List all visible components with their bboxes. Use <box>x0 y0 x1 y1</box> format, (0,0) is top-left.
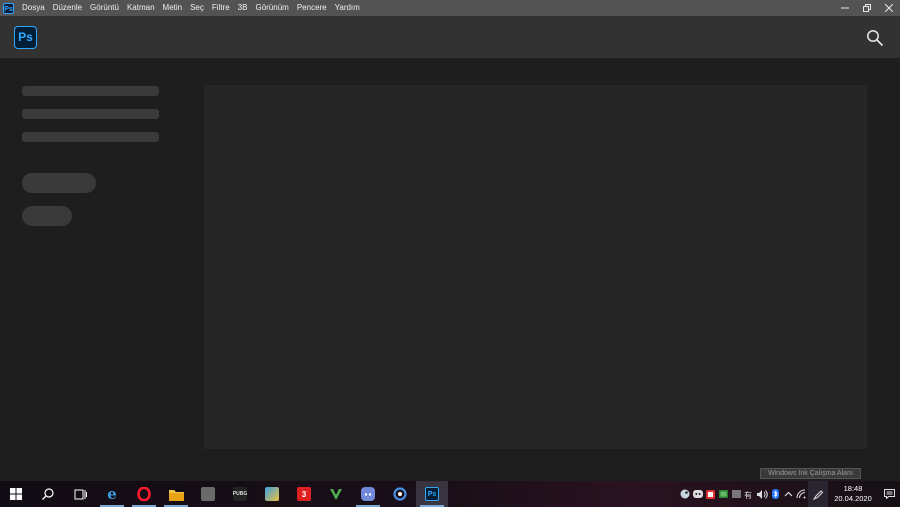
chevron-up-icon <box>784 491 793 496</box>
opera-icon <box>137 487 151 501</box>
restore-button[interactable] <box>856 0 878 16</box>
discord-tray-icon[interactable] <box>691 481 704 507</box>
menu-filtre[interactable]: Filtre <box>208 0 234 16</box>
keyboard-language-icon: 有 <box>744 490 752 499</box>
app-tray-icon-red[interactable] <box>704 481 717 507</box>
taskbar-app-discord[interactable] <box>352 481 384 507</box>
ime-tray-icon[interactable]: 有 <box>743 481 756 507</box>
pubg-icon: PUBG <box>233 487 247 501</box>
menu-metin[interactable]: Metin <box>159 0 187 16</box>
steam-tray-icon[interactable] <box>678 481 691 507</box>
windows-ink-tooltip: Windows Ink Çalışma Alanı <box>760 468 861 479</box>
menu-duzenle[interactable]: Düzenle <box>49 0 86 16</box>
photoshop-icon: Ps <box>425 487 439 501</box>
windows-icon <box>10 488 22 500</box>
app-icon <box>732 490 741 498</box>
minimize-button[interactable] <box>834 0 856 16</box>
taskbar-app-10[interactable] <box>320 481 352 507</box>
menu-yardim[interactable]: Yardım <box>331 0 364 16</box>
taskbar-search-button[interactable] <box>32 481 64 507</box>
app-icon <box>706 489 715 499</box>
taskbar-app-6[interactable] <box>192 481 224 507</box>
wifi-icon <box>796 489 806 499</box>
close-icon <box>885 4 893 12</box>
clock-time: 18:48 <box>843 484 863 493</box>
folder-icon <box>168 489 184 501</box>
start-button[interactable] <box>0 481 32 507</box>
menu-sec[interactable]: Seç <box>186 0 208 16</box>
edge-icon: e <box>107 485 117 503</box>
taskbar-app-photoshop[interactable]: Ps <box>416 481 448 507</box>
action-center-button[interactable] <box>878 481 900 507</box>
search-button[interactable] <box>866 29 884 47</box>
show-hidden-icons[interactable] <box>782 481 795 507</box>
taskbar: e PUBG 3 Ps 有 18:48 20.04.2020 <box>0 481 900 507</box>
menu-goruntu[interactable]: Görüntü <box>86 0 123 16</box>
bluetooth-icon <box>772 489 779 499</box>
loading-placeholder-line <box>22 86 159 96</box>
task-view-button[interactable] <box>64 481 96 507</box>
loading-placeholder-button <box>22 206 72 226</box>
taskbar-app-12[interactable] <box>384 481 416 507</box>
discord-icon <box>361 487 375 501</box>
bluetooth-tray-icon[interactable] <box>769 481 782 507</box>
app-tray-icon-green[interactable] <box>717 481 730 507</box>
v-icon <box>330 489 342 500</box>
close-button[interactable] <box>878 0 900 16</box>
windows-ink-button[interactable] <box>808 481 828 507</box>
taskbar-app-pubg[interactable]: PUBG <box>224 481 256 507</box>
menu-dosya[interactable]: Dosya <box>18 0 49 16</box>
steam-icon <box>680 489 689 499</box>
taskbar-app-9[interactable]: 3 <box>288 481 320 507</box>
clock[interactable]: 18:48 20.04.2020 <box>832 484 874 504</box>
network-tray-icon[interactable] <box>795 481 808 507</box>
taskbar-app-8[interactable] <box>256 481 288 507</box>
photoshop-logo[interactable]: Ps <box>14 26 37 49</box>
menu-katman[interactable]: Katman <box>123 0 159 16</box>
svg-text:有: 有 <box>744 490 752 499</box>
volume-tray-icon[interactable] <box>756 481 769 507</box>
loading-placeholder-line <box>22 109 159 119</box>
window-controls <box>834 0 900 16</box>
notification-icon <box>883 489 895 499</box>
restore-icon <box>863 4 871 12</box>
system-tray: 有 18:48 20.04.2020 <box>678 481 900 507</box>
speaker-icon <box>757 489 768 499</box>
game-icon <box>265 487 279 501</box>
home-content <box>0 58 900 481</box>
taskbar-app-opera[interactable] <box>128 481 160 507</box>
game-icon <box>201 487 215 501</box>
menu-bar: Ps Dosya Düzenle Görüntü Katman Metin Se… <box>0 0 900 16</box>
main-content-panel <box>204 85 867 449</box>
search-icon <box>867 30 884 47</box>
discord-icon <box>692 490 703 498</box>
home-header: Ps <box>0 16 900 58</box>
clock-date: 20.04.2020 <box>834 494 872 503</box>
minimize-icon <box>841 7 849 9</box>
task-view-icon <box>74 489 87 499</box>
game-icon: 3 <box>297 487 311 501</box>
circle-icon <box>393 487 407 501</box>
loading-placeholder-button <box>22 173 96 193</box>
pen-icon <box>812 489 823 500</box>
photoshop-app-icon[interactable]: Ps <box>3 2 14 14</box>
taskbar-app-file-explorer[interactable] <box>160 481 192 507</box>
menu-gorunum[interactable]: Görünüm <box>251 0 292 16</box>
taskbar-app-edge[interactable]: e <box>96 481 128 507</box>
menu-3b[interactable]: 3B <box>234 0 252 16</box>
search-icon <box>42 488 54 500</box>
menu-pencere[interactable]: Pencere <box>293 0 331 16</box>
loading-placeholder-line <box>22 132 159 142</box>
monitor-icon <box>719 490 728 498</box>
app-tray-icon-gray[interactable] <box>730 481 743 507</box>
